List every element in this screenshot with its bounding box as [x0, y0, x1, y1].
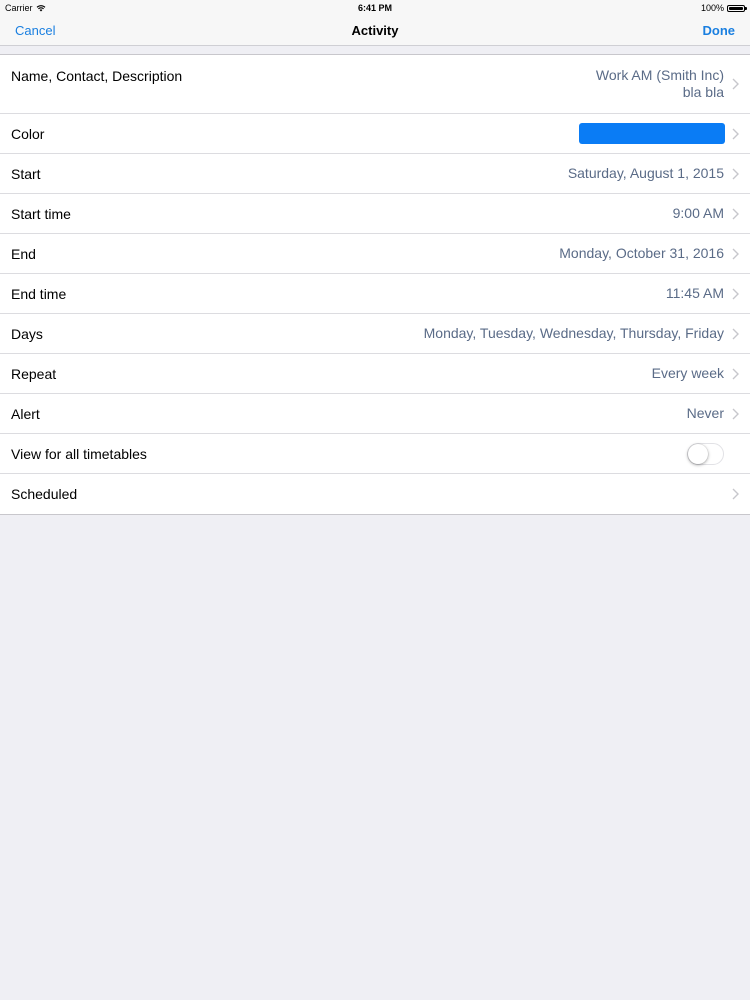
battery-icon: [727, 4, 747, 12]
chevron-right-icon: [732, 248, 739, 259]
row-label: Alert: [11, 405, 40, 422]
navigation-bar: Cancel Activity Done: [0, 16, 750, 46]
row-label: End: [11, 245, 36, 262]
row-value: 9:00 AM: [672, 205, 724, 221]
battery-percent: 100%: [700, 3, 724, 13]
row-color[interactable]: Color: [0, 114, 750, 154]
row-start[interactable]: Start Saturday, August 1, 2015: [0, 154, 750, 194]
row-days[interactable]: Days Monday, Tuesday, Wednesday, Thursda…: [0, 314, 750, 354]
status-time: 6:41 PM: [357, 3, 392, 13]
row-value: Every week: [651, 365, 724, 381]
row-label: View for all timetables: [11, 445, 147, 462]
row-value: Saturday, August 1, 2015: [567, 165, 724, 181]
view-all-timetables-toggle[interactable]: [687, 442, 724, 465]
chevron-right-icon: [732, 408, 739, 419]
row-label: Start: [11, 165, 41, 182]
chevron-right-icon: [732, 78, 739, 90]
row-label: Repeat: [11, 365, 57, 382]
row-repeat[interactable]: Repeat Every week: [0, 354, 750, 394]
row-alert[interactable]: Alert Never: [0, 394, 750, 434]
chevron-right-icon: [732, 488, 739, 500]
row-label: Scheduled: [11, 486, 78, 502]
toggle-knob: [688, 443, 708, 464]
row-value: Monday, Tuesday, Wednesday, Thursday, Fr…: [423, 325, 724, 341]
chevron-right-icon: [732, 368, 739, 379]
page-title: Activity: [351, 23, 399, 38]
row-label: Days: [11, 325, 43, 342]
description-value: bla bla: [682, 84, 724, 100]
row-label: Name, Contact, Description: [11, 68, 183, 84]
chevron-right-icon: [732, 288, 739, 299]
activity-settings-table: Name, Contact, Description Work AM (Smit…: [0, 54, 750, 515]
status-bar: Carrier 6:41 PM 100%: [0, 0, 750, 16]
row-start-time[interactable]: Start time 9:00 AM: [0, 194, 750, 234]
done-button[interactable]: Done: [703, 23, 736, 38]
color-swatch: [579, 123, 725, 144]
name-value: Work AM (Smith Inc): [595, 67, 724, 83]
row-value: 11:45 AM: [665, 285, 724, 301]
row-label: Start time: [11, 205, 71, 222]
row-label: End time: [11, 285, 67, 302]
row-value: Work AM (Smith Inc) bla bla: [596, 67, 724, 101]
chevron-right-icon: [732, 168, 739, 179]
row-end[interactable]: End Monday, October 31, 2016: [0, 234, 750, 274]
chevron-right-icon: [732, 328, 739, 339]
battery-indicator: 100%: [700, 3, 747, 13]
row-name-contact-description[interactable]: Name, Contact, Description Work AM (Smit…: [0, 55, 750, 114]
row-label: Color: [11, 125, 45, 142]
row-end-time[interactable]: End time 11:45 AM: [0, 274, 750, 314]
row-scheduled[interactable]: Scheduled: [0, 474, 750, 514]
row-value: Never: [686, 405, 724, 421]
chevron-right-icon: [732, 208, 739, 219]
row-value: Monday, October 31, 2016: [559, 245, 724, 261]
row-view-for-all-timetables: View for all timetables: [0, 434, 750, 474]
chevron-right-icon: [732, 128, 739, 139]
